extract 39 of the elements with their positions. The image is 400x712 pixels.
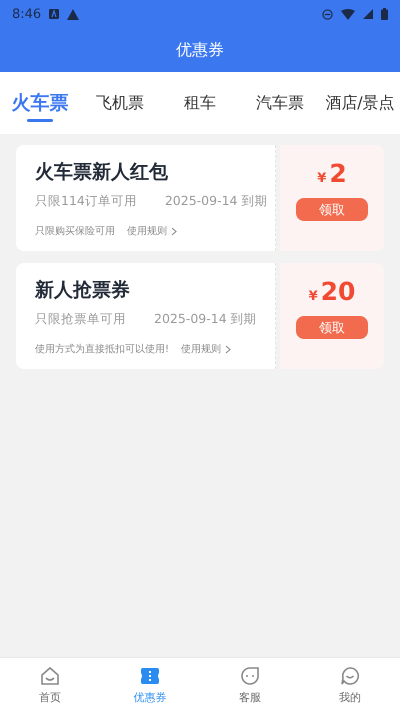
rules-link[interactable]: 使用规则	[181, 342, 232, 356]
home-icon	[40, 666, 60, 686]
category-tab[interactable]: 租车	[160, 72, 240, 134]
currency-sign: ¥	[317, 171, 326, 186]
coupon-expiry: 2025-09-14 到期	[164, 193, 268, 210]
category-tab[interactable]: 汽车票	[240, 72, 320, 134]
category-tab[interactable]: 酒店/景点	[320, 72, 400, 134]
category-tab[interactable]: 火车票	[0, 72, 80, 134]
coupon-note: 只限购买保险可用	[35, 225, 115, 238]
status-time: 8:46	[12, 6, 42, 22]
claim-button[interactable]: 领取	[296, 198, 368, 221]
nav-item[interactable]: 首页	[0, 658, 100, 712]
chevron-right-icon	[225, 344, 232, 354]
chevron-right-icon	[171, 226, 177, 236]
coupon-scope: 只限114订单可用	[35, 193, 137, 210]
category-tab[interactable]: 飞机票	[80, 72, 160, 134]
page-title: 优惠券	[175, 38, 225, 60]
ticket-icon	[140, 666, 160, 686]
battery-icon	[381, 8, 388, 20]
nav-item[interactable]: 优惠券	[100, 658, 200, 712]
coupon-title: 新人抢票券	[35, 278, 131, 303]
coupon-title: 火车票新人红包	[35, 160, 169, 185]
coupon-amount: 2	[329, 159, 347, 188]
signal-icon	[363, 9, 373, 19]
coupon-amount: 20	[320, 277, 356, 306]
do-not-disturb-icon	[322, 8, 333, 20]
smile-bubble-icon	[340, 666, 360, 686]
rules-link[interactable]: 使用规则	[127, 224, 177, 238]
coupon-scope: 只限抢票单可用	[35, 311, 126, 328]
coupon-expiry: 2025-09-14 到期	[154, 311, 257, 328]
nav-item[interactable]: 我的	[300, 658, 400, 712]
nav-item[interactable]: 客服	[200, 658, 300, 712]
warning-icon	[67, 8, 80, 20]
notification-icon	[49, 9, 60, 19]
wifi-icon	[341, 8, 355, 20]
claim-button[interactable]: 领取	[296, 316, 368, 339]
coupon-note: 使用方式为直接抵扣可以使用!	[35, 342, 170, 356]
currency-sign: ¥	[308, 289, 318, 304]
chat-face-icon	[240, 666, 260, 686]
